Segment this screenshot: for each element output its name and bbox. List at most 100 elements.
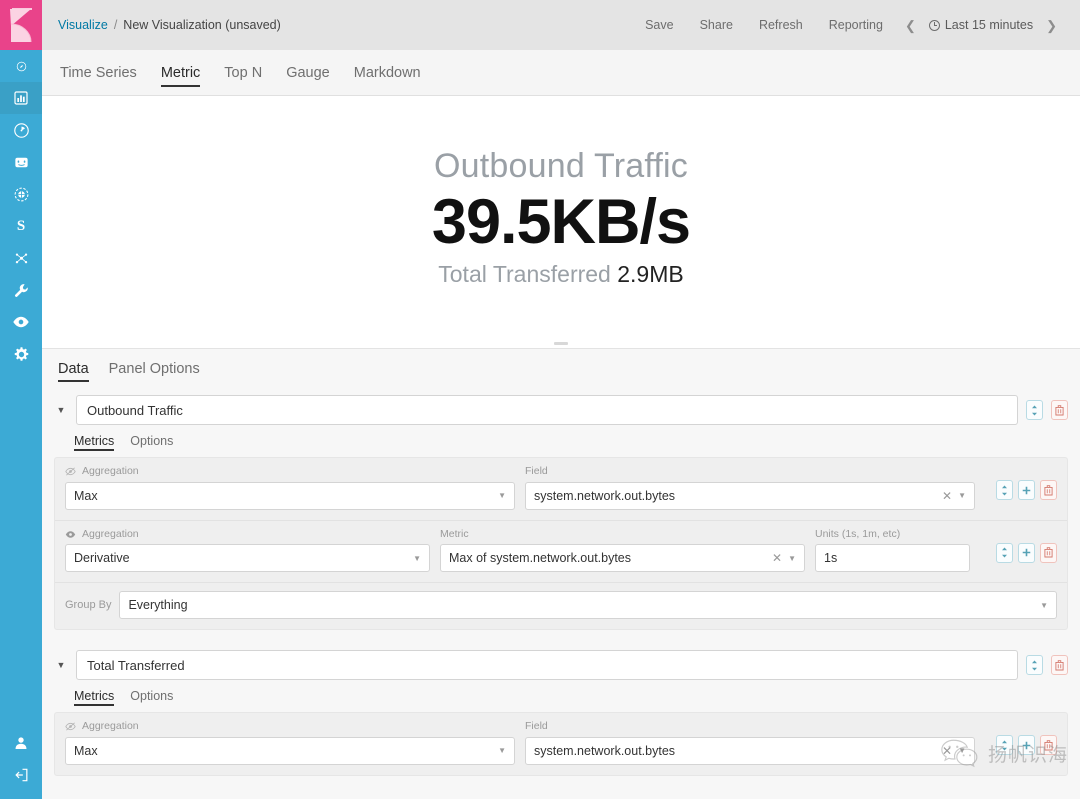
chevron-down-icon: ▼ [498, 491, 506, 501]
reporting-button[interactable]: Reporting [816, 19, 896, 32]
trash-icon [1055, 659, 1064, 671]
reorder-icon [1002, 547, 1007, 558]
sidebar-item-siem[interactable]: S [0, 210, 42, 242]
kibana-logo[interactable] [0, 0, 42, 50]
chevron-right-icon[interactable]: ❯ [1037, 19, 1066, 32]
field-field-group: Field system.network.out.bytes ✕ ▼ [525, 465, 975, 510]
eye-slash-icon[interactable] [65, 721, 76, 732]
timelion-icon [14, 157, 28, 167]
series-subtabs: Metrics Options [54, 680, 1068, 708]
aggregation-select[interactable]: Derivative ▼ [65, 544, 430, 573]
breadcrumb-visualize[interactable]: Visualize [58, 18, 108, 32]
time-range-picker[interactable]: Last 15 minutes [925, 18, 1037, 32]
agg-delete-button[interactable] [1040, 735, 1057, 756]
sidebar-item-apm[interactable] [0, 178, 42, 210]
metric-combobox[interactable]: Max of system.network.out.bytes ✕ ▼ [440, 544, 805, 573]
reorder-icon [1032, 405, 1037, 415]
series-label-input[interactable]: Outbound Traffic [76, 395, 1018, 425]
sidebar-item-discover[interactable] [0, 50, 42, 82]
editor-tabs: Data Panel Options [42, 349, 1080, 389]
tab-metric[interactable]: Metric [149, 51, 212, 95]
plus-icon [1022, 741, 1031, 749]
series-subtabs: Metrics Options [54, 425, 1068, 453]
series-delete-button[interactable] [1051, 655, 1068, 676]
breadcrumb-current: New Visualization (unsaved) [123, 18, 281, 32]
series-header: ▼ Outbound Traffic [54, 389, 1068, 425]
aggregation-row: Aggregation Derivative ▼ Metric Max of s… [55, 519, 1067, 583]
clear-icon[interactable]: ✕ [940, 744, 958, 758]
units-input[interactable]: 1s [815, 544, 970, 573]
group-by-row: Group By Everything ▼ [55, 582, 1067, 629]
sidebar-item-monitoring[interactable] [0, 306, 42, 338]
subtab-metrics[interactable]: Metrics [66, 429, 122, 453]
tab-data[interactable]: Data [48, 350, 99, 388]
clear-icon[interactable]: ✕ [770, 551, 788, 565]
eye-icon[interactable] [65, 529, 76, 540]
agg-field-group: Aggregation Max ▼ [65, 721, 515, 765]
agg-field-group: Aggregation Derivative ▼ [65, 528, 430, 573]
series-label-input[interactable]: Total Transferred [76, 650, 1018, 681]
field-combobox[interactable]: system.network.out.bytes ✕ ▼ [525, 481, 975, 510]
chevron-left-icon[interactable]: ❮ [896, 19, 925, 32]
group-by-select[interactable]: Everything ▼ [119, 591, 1057, 620]
share-button[interactable]: Share [687, 19, 746, 32]
series-delete-button[interactable] [1051, 400, 1068, 420]
aggregation-container: Aggregation Max ▼ Field system.network.o… [54, 712, 1068, 776]
metric-secondary: Total Transferred 2.9MB [432, 260, 690, 290]
sidebar-item-dashboard[interactable] [0, 114, 42, 146]
reorder-icon [1002, 740, 1007, 751]
sidebar-item-visualize[interactable] [0, 82, 42, 114]
eye-slash-icon[interactable] [65, 466, 76, 477]
save-button[interactable]: Save [632, 19, 687, 32]
sidebar-item-management[interactable] [0, 338, 42, 370]
sidebar-item-graph[interactable] [0, 242, 42, 274]
chevron-down-icon[interactable]: ▼ [54, 660, 68, 670]
aggregation-value: Derivative [74, 551, 130, 566]
tab-time-series[interactable]: Time Series [48, 51, 149, 95]
sidebar-item-logout[interactable] [0, 759, 42, 791]
tab-panel-options[interactable]: Panel Options [99, 350, 210, 388]
agg-add-button[interactable] [1018, 542, 1035, 563]
aggregation-row-buttons [996, 529, 1057, 563]
reorder-icon [1002, 485, 1007, 495]
units-label: Units (1s, 1m, etc) [815, 527, 901, 540]
tab-top-n[interactable]: Top N [212, 51, 274, 95]
refresh-button[interactable]: Refresh [746, 19, 816, 32]
panel-resize-handle[interactable] [42, 342, 1080, 345]
wrench-icon [14, 283, 28, 297]
aggregation-container: Aggregation Max ▼ Field system.network.o… [54, 457, 1068, 631]
metric-secondary-value: 2.9MB [617, 260, 684, 287]
aggregation-select[interactable]: Max ▼ [65, 736, 515, 765]
series-row: ▼ Outbound Traffic Metrics Options Aggre… [42, 389, 1080, 631]
aggregation-row-buttons [996, 721, 1057, 756]
sidebar-item-dev-tools[interactable] [0, 274, 42, 306]
agg-label: Aggregation [82, 720, 139, 733]
tab-gauge[interactable]: Gauge [274, 51, 342, 95]
plus-icon [1022, 486, 1031, 494]
metric-field-group: Metric Max of system.network.out.bytes ✕… [440, 528, 805, 573]
agg-delete-button[interactable] [1040, 480, 1057, 500]
agg-reorder-button[interactable] [996, 480, 1013, 500]
subtab-options[interactable]: Options [122, 684, 181, 708]
tab-markdown[interactable]: Markdown [342, 51, 433, 95]
series-reorder-button[interactable] [1026, 655, 1043, 676]
agg-reorder-button[interactable] [996, 542, 1013, 563]
series-header: ▼ Total Transferred [54, 644, 1068, 681]
header-actions: Save Share Refresh Reporting ❮ Last 15 m… [632, 18, 1066, 32]
subtab-metrics[interactable]: Metrics [66, 684, 122, 708]
chevron-down-icon: ▼ [958, 746, 966, 756]
agg-add-button[interactable] [1018, 480, 1035, 500]
field-combobox[interactable]: system.network.out.bytes ✕ ▼ [525, 736, 975, 765]
series-reorder-button[interactable] [1026, 400, 1043, 420]
agg-add-button[interactable] [1018, 735, 1035, 756]
agg-delete-button[interactable] [1040, 542, 1057, 563]
chevron-down-icon[interactable]: ▼ [54, 405, 68, 415]
chevron-down-icon: ▼ [1040, 600, 1048, 610]
aggregation-select[interactable]: Max ▼ [65, 481, 515, 510]
clear-icon[interactable]: ✕ [940, 489, 958, 503]
sidebar-item-timelion[interactable] [0, 146, 42, 178]
group-by-value: Everything [128, 598, 188, 613]
subtab-options[interactable]: Options [122, 429, 181, 453]
agg-reorder-button[interactable] [996, 735, 1013, 756]
sidebar-item-user[interactable] [0, 727, 42, 759]
